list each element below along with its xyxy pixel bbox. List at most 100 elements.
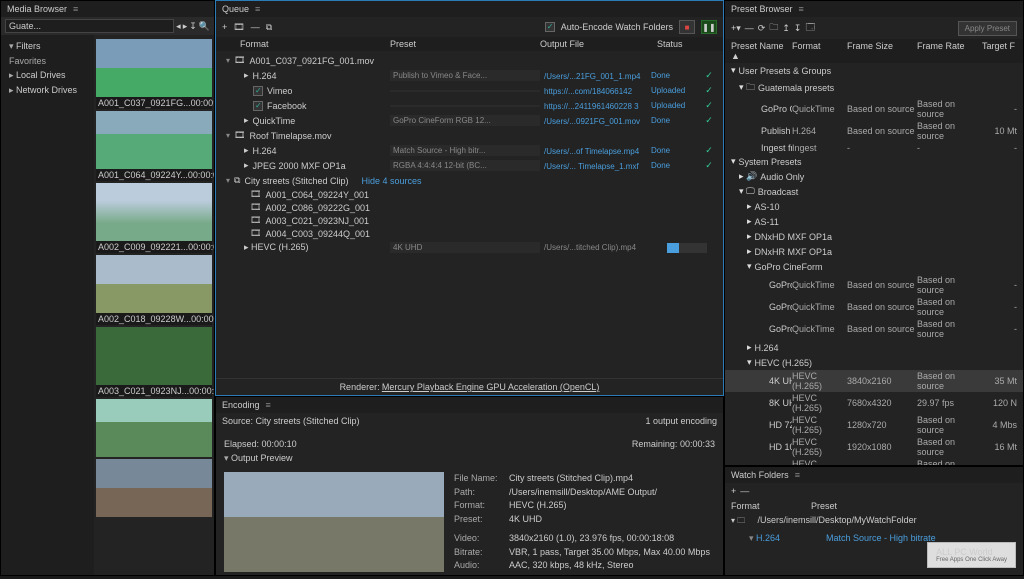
queue-output-row[interactable]: Facebookhttps://...2411961460228 3Upload…: [216, 98, 723, 113]
output-link[interactable]: /Users/...of Timelapse.mp4: [544, 147, 639, 156]
panel-menu-icon[interactable]: ≡: [795, 470, 800, 480]
import-preset-icon[interactable]: ↥: [782, 23, 790, 34]
header-output[interactable]: Output File: [540, 39, 657, 49]
preset-subgroup[interactable]: ▸ DNxHR MXF OP1a: [725, 244, 1023, 259]
media-clip[interactable]: A002_C018_09228W...00:00:08:13: [96, 255, 212, 325]
caret-down-icon[interactable]: ▾: [226, 56, 230, 65]
output-link[interactable]: /Users/... Timelapse_1.mxf: [544, 162, 639, 171]
output-link[interactable]: https://...com/184066142: [544, 87, 632, 96]
add-output-icon[interactable]: 🎞: [233, 22, 244, 33]
queue-source-group[interactable]: ▾🎞 Roof Timelapse.mov: [216, 128, 723, 143]
output-preview-toggle[interactable]: ▾ Output Preview: [216, 451, 723, 466]
sidebar-network-drives[interactable]: ▸ Network Drives: [3, 83, 92, 98]
queue-output-row[interactable]: ▸ JPEG 2000 MXF OP1aRGBA 4:4:4:4 12-bit …: [216, 158, 723, 173]
panel-menu-icon[interactable]: ≡: [255, 4, 260, 14]
new-group-icon[interactable]: 🗀: [769, 20, 778, 36]
preset-row[interactable]: HD 1080pHEVC (H.265)1920x1080Based on so…: [725, 436, 1023, 458]
media-clip[interactable]: A001_C064_09224Y...00:00:04:08: [96, 111, 212, 181]
output-link[interactable]: /Users/...21FG_001_1.mp4: [544, 72, 641, 81]
media-path-dropdown[interactable]: Guate...: [5, 19, 174, 33]
media-clip[interactable]: [96, 399, 212, 457]
preset-subgroup[interactable]: ▸ DNxHD MXF OP1a: [725, 229, 1023, 244]
preset-row[interactable]: HD 720pHEVC (H.265)1280x720Based on sour…: [725, 414, 1023, 436]
caret-down-icon[interactable]: ▾: [226, 131, 230, 140]
queue-source-group[interactable]: ▾🎞 A001_C037_0921FG_001.mov: [216, 53, 723, 68]
header-status[interactable]: Status: [657, 39, 717, 49]
queue-encoding-row[interactable]: ▸ HEVC (H.265) 4K UHD /Users/...titched …: [216, 240, 723, 255]
caret-down-icon[interactable]: ▾: [226, 176, 230, 185]
search-icon[interactable]: 🔍: [199, 21, 210, 32]
watch-folder-row[interactable]: ▾ 🗀 /Users/inemsill/Desktop/MyWatchFolde…: [725, 513, 1023, 531]
header-frame-rate[interactable]: Frame Rate: [917, 41, 982, 61]
preset-row[interactable]: Ingest from cameraIngest---: [725, 142, 1023, 154]
header-preset-name[interactable]: Preset Name ▲: [731, 41, 792, 61]
add-watch-icon[interactable]: +: [731, 486, 736, 496]
preset-group-hevc[interactable]: ▾ HEVC (H.265): [725, 355, 1023, 370]
add-preset-icon[interactable]: +▾: [731, 23, 741, 34]
duplicate-icon[interactable]: ⧉: [266, 22, 272, 33]
back-icon[interactable]: ◂: [176, 21, 181, 32]
header-format[interactable]: Format: [792, 41, 847, 61]
stop-queue-button[interactable]: ■: [679, 20, 695, 34]
panel-menu-icon[interactable]: ≡: [799, 4, 804, 14]
settings-icon[interactable]: 🗔: [805, 20, 815, 36]
preset-group-broadcast[interactable]: ▾ 🖵 Broadcast: [725, 184, 1023, 199]
stitched-source-item[interactable]: 🎞 A004_C003_09244Q_001: [244, 227, 723, 240]
header-format[interactable]: Format: [731, 501, 811, 511]
remove-icon[interactable]: —: [251, 22, 260, 32]
preset-subgroup[interactable]: ▸ AS-11: [725, 214, 1023, 229]
media-clip[interactable]: [96, 459, 212, 517]
import-icon[interactable]: ↧: [189, 21, 197, 32]
media-clip[interactable]: A002_C009_092221...00:00:01:04: [96, 183, 212, 253]
preset-row[interactable]: GoPro CineForm YUV 10-bitQuickTimeBased …: [725, 318, 1023, 340]
export-preset-icon[interactable]: ↧: [794, 23, 802, 34]
renderer-dropdown[interactable]: Mercury Playback Engine GPU Acceleration…: [382, 382, 600, 392]
apply-preset-button[interactable]: Apply Preset: [958, 21, 1017, 36]
remove-preset-icon[interactable]: —: [745, 23, 754, 33]
panel-menu-icon[interactable]: ≡: [266, 400, 271, 410]
add-source-icon[interactable]: +: [222, 22, 227, 32]
auto-encode-checkbox[interactable]: [545, 22, 555, 32]
preset-row[interactable]: GoPro CineForm RGB 12-bit with alpha(...…: [725, 296, 1023, 318]
publish-checkbox[interactable]: [253, 101, 263, 111]
preset-row[interactable]: 8K UHDHEVC (H.265)7680x432029.97 fps120 …: [725, 392, 1023, 414]
stitched-source-item[interactable]: 🎞 A002_C086_09222G_001: [244, 201, 723, 214]
sidebar-local-drives[interactable]: ▸ Local Drives: [3, 68, 92, 83]
preset-group-audio-only[interactable]: ▸ 🔊 Audio Only: [725, 169, 1023, 184]
preset-subgroup[interactable]: ▸ AS-10: [725, 199, 1023, 214]
preset-group-user[interactable]: ▾ User Presets & Groups: [725, 63, 1023, 78]
preset-group-gopro[interactable]: ▾ GoPro CineForm: [725, 259, 1023, 274]
publish-checkbox[interactable]: [253, 86, 263, 96]
header-frame-size[interactable]: Frame Size: [847, 41, 917, 61]
forward-icon[interactable]: ▸: [183, 21, 188, 32]
preset-row[interactable]: GoPro CineForm RGB 12-bit with alphaQuic…: [725, 274, 1023, 296]
preset-group-guatemala[interactable]: ▾ 🗀 Guatemala presets: [725, 78, 1023, 98]
stitched-source-item[interactable]: 🎞 A003_C021_0923NJ_001: [244, 214, 723, 227]
header-target[interactable]: Target F: [982, 41, 1017, 61]
sync-icon[interactable]: ⟳: [758, 23, 766, 34]
header-preset[interactable]: Preset: [390, 39, 540, 49]
queue-output-row[interactable]: ▸ H.264Match Source - High bitr.../Users…: [216, 143, 723, 158]
output-link[interactable]: https://...2411961460228 3: [544, 102, 639, 111]
preset-row[interactable]: Match Source - High BitrateHEVC (H.265)B…: [725, 458, 1023, 465]
preset-row-selected[interactable]: 4K UHDHEVC (H.265)3840x2160Based on sour…: [725, 370, 1023, 392]
queue-source-group[interactable]: ▾⧉ City streets (Stitched Clip) Hide 4 s…: [216, 173, 723, 188]
output-link[interactable]: /Users/...0921FG_001.mov: [544, 117, 640, 126]
remove-watch-icon[interactable]: —: [740, 486, 749, 496]
panel-menu-icon[interactable]: ≡: [73, 4, 78, 14]
start-queue-button[interactable]: ❚❚: [701, 20, 717, 34]
header-preset[interactable]: Preset: [811, 501, 1017, 511]
stitched-source-item[interactable]: 🎞 A001_C064_09224Y_001: [244, 188, 723, 201]
queue-output-row[interactable]: Vimeohttps://...com/184066142Uploaded✓: [216, 83, 723, 98]
preset-row[interactable]: GoPro CineForm RGB 12-bit with alpha (Al…: [725, 98, 1023, 120]
queue-output-row[interactable]: ▸ H.264Publish to Vimeo & Face.../Users/…: [216, 68, 723, 83]
preset-group-h264[interactable]: ▸ H.264: [725, 340, 1023, 355]
media-clip[interactable]: A003_C021_0923NJ...00:00:00:01: [96, 327, 212, 397]
hide-sources-link[interactable]: Hide 4 sources: [362, 176, 422, 186]
preset-row[interactable]: Publish to Vimeo & FacebookH.264Based on…: [725, 120, 1023, 142]
header-format[interactable]: Format: [240, 39, 390, 49]
preset-group-system[interactable]: ▾ System Presets: [725, 154, 1023, 169]
media-clip[interactable]: A001_C037_0921FG...00:00:06:13: [96, 39, 212, 109]
queue-output-row[interactable]: ▸ QuickTimeGoPro CineForm RGB 12.../User…: [216, 113, 723, 128]
filters-heading[interactable]: ▾ Filters: [3, 39, 92, 54]
